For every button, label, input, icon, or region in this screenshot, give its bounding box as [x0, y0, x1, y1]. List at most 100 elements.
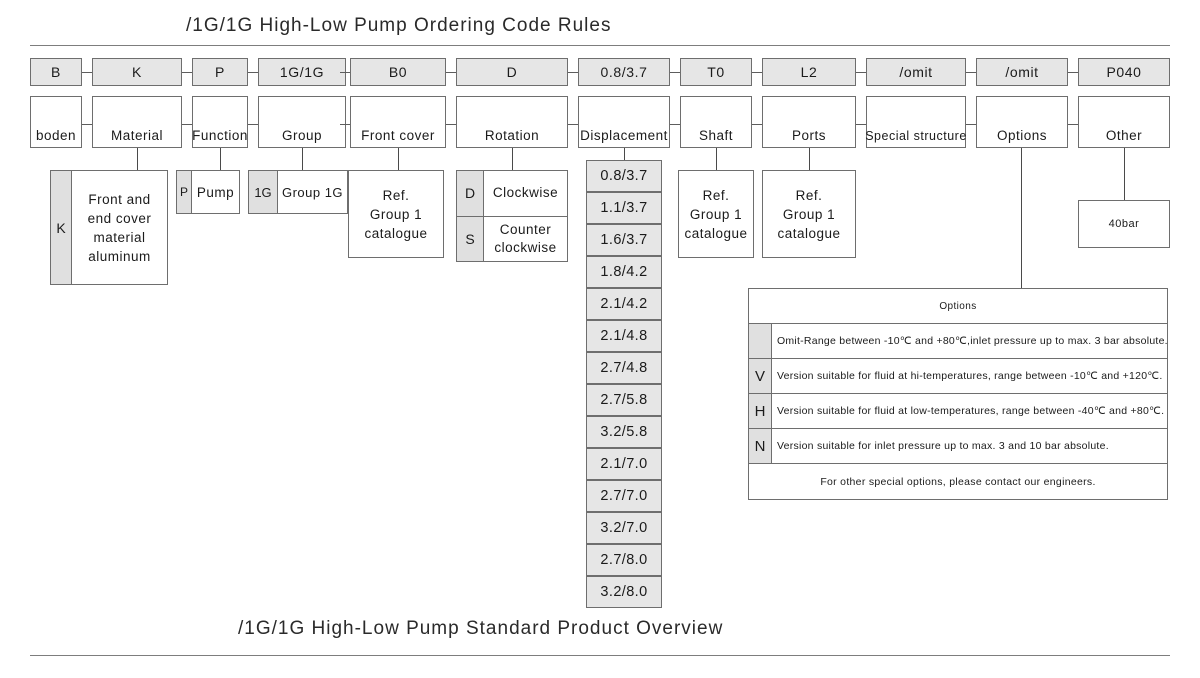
label-box-ports: Ports [762, 96, 856, 148]
label-tie-5 [568, 124, 578, 125]
options-row-text: Version suitable for fluid at hi-tempera… [777, 370, 1163, 382]
detail-group-value: Group 1G [281, 184, 344, 200]
displacement-cell[interactable]: 3.2/5.8 [586, 416, 662, 448]
label-tie-0 [82, 124, 92, 125]
label-tie-9 [966, 124, 976, 125]
detail-group-key: 1G [249, 171, 278, 213]
code-box-options[interactable]: /omit [976, 58, 1068, 86]
label-box-rotation: Rotation [456, 96, 568, 148]
label-tie-2 [248, 124, 258, 125]
code-box-front-cover[interactable]: B0 [350, 58, 446, 86]
displacement-cell[interactable]: 2.7/7.0 [586, 480, 662, 512]
detail-other-value: 40bar [1108, 217, 1140, 230]
label-tie-10 [1068, 124, 1078, 125]
label-tie-1 [182, 124, 192, 125]
tie-0 [82, 72, 92, 73]
label-box-group: Group [258, 96, 346, 148]
detail-rotation-value-d: Clockwise [492, 185, 559, 201]
options-row-key [749, 324, 772, 358]
label-box-shaft: Shaft [680, 96, 752, 148]
displacement-cell[interactable]: 2.7/5.8 [586, 384, 662, 416]
label-box-material: Material [92, 96, 182, 148]
tie-1 [182, 72, 192, 73]
options-table-row: H Version suitable for fluid at low-tempe… [749, 394, 1167, 429]
options-table-row: Omit-Range between -10℃ and +80℃,inlet p… [749, 324, 1168, 359]
top-divider-rule [30, 45, 1170, 46]
detail-material-key: K [51, 171, 72, 284]
displacement-cell[interactable]: 2.1/4.2 [586, 288, 662, 320]
options-table-header: Options [749, 289, 1167, 324]
tie-10 [1068, 72, 1078, 73]
bottom-divider-rule [30, 655, 1170, 656]
code-box-group[interactable]: 1G/1G [258, 58, 346, 86]
detail-front-cover-value: Ref. Group 1 catalogue [364, 187, 428, 241]
displacement-cell[interactable]: 2.7/4.8 [586, 352, 662, 384]
detail-other: 40bar [1078, 200, 1170, 248]
code-box-shaft[interactable]: T0 [680, 58, 752, 86]
displacement-cell[interactable]: 1.6/3.7 [586, 224, 662, 256]
label-tie-4 [446, 124, 456, 125]
tie-6 [670, 72, 680, 73]
code-box-boden[interactable]: B [30, 58, 82, 86]
options-row-key: N [749, 429, 772, 463]
displacement-cell[interactable]: 2.7/8.0 [586, 544, 662, 576]
tie-7 [752, 72, 762, 73]
tie-4 [446, 72, 456, 73]
label-box-options: Options [976, 96, 1068, 148]
displacement-cell[interactable]: 3.2/8.0 [586, 576, 662, 608]
options-table-body: Omit-Range between -10℃ and +80℃,inlet p… [749, 324, 1168, 464]
tie-5 [568, 72, 578, 73]
displacement-cell[interactable]: 3.2/7.0 [586, 512, 662, 544]
detail-shaft: Ref. Group 1 catalogue [678, 170, 754, 258]
detail-group: 1G Group 1G [248, 170, 348, 214]
code-box-displacement[interactable]: 0.8/3.7 [578, 58, 670, 86]
displacement-cell[interactable]: 2.1/7.0 [586, 448, 662, 480]
displacement-cell[interactable]: 0.8/3.7 [586, 160, 662, 192]
detail-rotation-value-s: Counter clockwise [494, 221, 557, 255]
detail-rotation-row-d: D Clockwise [457, 171, 567, 217]
code-box-special-structure[interactable]: /omit [866, 58, 966, 86]
options-table-row: N Version suitable for inlet pressure up … [749, 429, 1167, 464]
code-box-other[interactable]: P040 [1078, 58, 1170, 86]
label-tie-7 [752, 124, 762, 125]
detail-material: K Front and end cover material aluminum [50, 170, 168, 285]
displacement-cell[interactable]: 1.1/3.7 [586, 192, 662, 224]
label-tie-3 [340, 124, 350, 125]
tie-2 [248, 72, 258, 73]
connector-front-cover [398, 148, 399, 170]
connector-material [137, 148, 138, 170]
code-box-ports[interactable]: L2 [762, 58, 856, 86]
connector-function [220, 148, 221, 170]
page-title-top: /1G/1G High-Low Pump Ordering Code Rules [186, 15, 612, 36]
tie-9 [966, 72, 976, 73]
options-row-text: Version suitable for inlet pressure up t… [777, 440, 1109, 452]
options-row-text: Version suitable for fluid at low-temper… [777, 405, 1165, 417]
detail-rotation-key-s: S [457, 216, 484, 261]
connector-other [1124, 148, 1125, 200]
options-row-key: H [749, 394, 772, 428]
connector-ports [809, 148, 810, 170]
options-row-text: Omit-Range between -10℃ and +80℃,inlet p… [777, 335, 1168, 347]
code-box-function[interactable]: P [192, 58, 248, 86]
label-box-function: Function [192, 96, 248, 148]
label-box-front-cover: Front cover [350, 96, 446, 148]
code-box-material[interactable]: K [92, 58, 182, 86]
detail-shaft-value: Ref. Group 1 catalogue [684, 187, 748, 241]
displacement-cell[interactable]: 1.8/4.2 [586, 256, 662, 288]
options-table: Options Omit-Range between -10℃ and +80℃… [748, 288, 1168, 500]
detail-ports-value: Ref. Group 1 catalogue [777, 187, 841, 241]
label-tie-8 [856, 124, 866, 125]
connector-rotation [512, 148, 513, 170]
displacement-cell[interactable]: 2.1/4.8 [586, 320, 662, 352]
detail-material-value: Front and end cover material aluminum [87, 191, 152, 264]
page-title-bottom: /1G/1G High-Low Pump Standard Product Ov… [238, 618, 724, 639]
detail-function-key: P [177, 171, 192, 213]
options-table-row: V Version suitable for fluid at hi-temper… [749, 359, 1167, 394]
label-box-special-structure: Special structure [865, 96, 966, 148]
code-box-rotation[interactable]: D [456, 58, 568, 86]
detail-front-cover: Ref. Group 1 catalogue [348, 170, 444, 258]
detail-rotation-key-d: D [457, 171, 484, 216]
label-box-other: Other [1078, 96, 1170, 148]
ordering-code-diagram: /1G/1G High-Low Pump Ordering Code Rules… [0, 0, 1200, 678]
connector-options [1021, 148, 1022, 288]
